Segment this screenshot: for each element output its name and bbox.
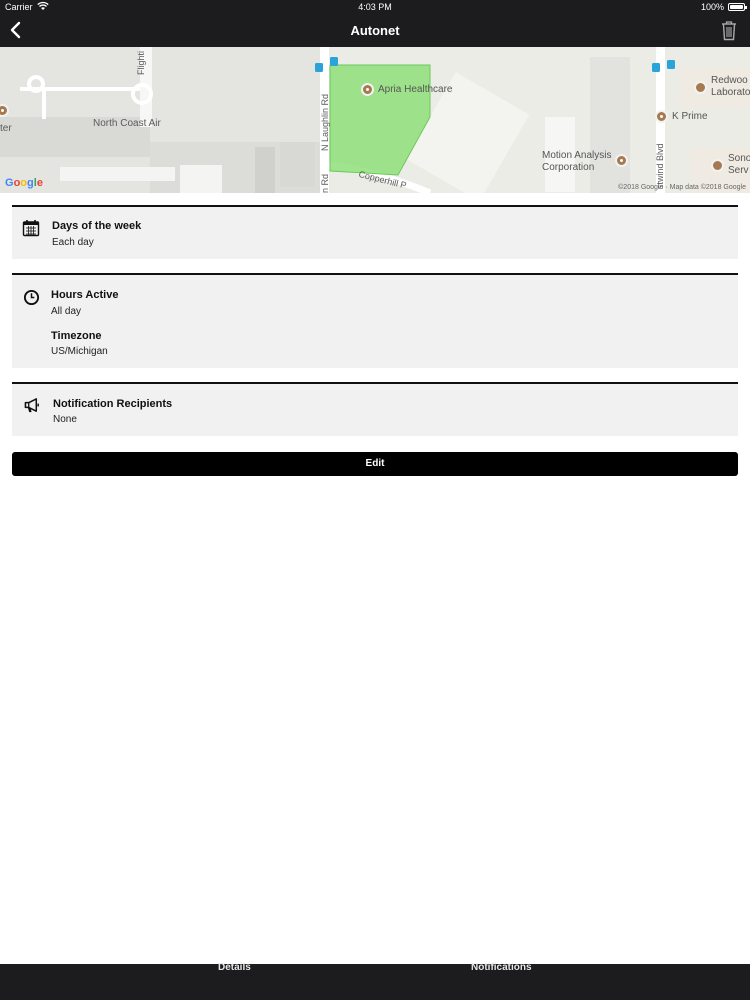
days-of-week-card: Days of the week Each day [12,205,738,259]
tab-notifications[interactable]: Notifications [471,961,532,979]
poi-label-line-1: Sono [728,153,750,164]
hours-active-value: All day [51,306,82,317]
poi-apria-healthcare[interactable]: Apria Healthcare [361,83,452,96]
navigation-bar: Autonet [0,14,750,47]
poi-k-prime[interactable]: K Prime [655,110,708,123]
days-of-week-value: Each day [52,237,94,248]
poi-label-line-2: Laborato [711,87,750,98]
place-pin-icon [0,104,13,117]
battery-percentage: 100% [700,2,724,12]
timezone-heading: Timezone [51,330,102,342]
status-bar: Carrier 4:03 PM 100% [0,0,750,14]
timezone-value: US/Michigan [51,346,108,357]
poi-redwood[interactable]: Redwoo Laborato [694,75,750,99]
trash-icon[interactable] [720,20,738,41]
poi-label-line-1: Redwoo [711,75,748,86]
days-of-week-heading: Days of the week [52,220,142,232]
battery-icon [728,3,747,11]
poi-label-line-2: Corporation [542,162,595,173]
hours-active-heading: Hours Active [51,289,119,301]
map-label-north-coast-air: North Coast Air [93,118,161,129]
poi-motion-analysis[interactable]: Motion Analysis Corporation [542,150,611,174]
map-label-n-rd: n Rd [320,173,330,193]
google-logo: Google [5,177,43,189]
poi-label: K Prime [672,111,708,122]
place-pin-icon [615,154,632,167]
building-pin-icon [711,158,724,172]
poi-sono[interactable]: Sono Serv [711,153,750,177]
place-pin-icon [694,80,707,94]
poi-label: Apria Healthcare [378,84,453,95]
place-pin-icon [655,110,668,123]
map-attribution[interactable]: ©2018 Google · Map data ©2018 Google [618,184,746,191]
geofence-map[interactable]: Flighti North Coast Air ter N Laughlin R… [0,47,750,193]
clock-icon [23,289,40,306]
map-label-stwind-blvd: stwind Blvd [655,143,665,189]
clock-time: 4:03 PM [358,2,392,12]
page-title: Autonet [350,23,400,38]
map-label-flighti: Flighti [136,50,146,75]
calendar-icon [22,220,40,237]
hours-active-card: Hours Active All day Timezone US/Michiga… [12,273,738,368]
place-pin-icon [361,83,374,96]
poi-label-line-2: Serv [728,165,749,176]
poi-label-line-1: Motion Analysis [542,150,612,161]
notification-recipients-heading: Notification Recipients [53,398,173,410]
map-label-ter: ter [0,123,12,134]
tab-bar: Details Notifications [0,961,750,1000]
notification-recipients-value: None [53,414,77,425]
notification-recipients-card: Notification Recipients None [12,382,738,436]
tab-details[interactable]: Details [218,961,251,979]
edit-button[interactable]: Edit [12,452,738,476]
megaphone-icon [24,398,39,413]
map-label-n-laughlin-rd: N Laughlin Rd [320,93,330,151]
